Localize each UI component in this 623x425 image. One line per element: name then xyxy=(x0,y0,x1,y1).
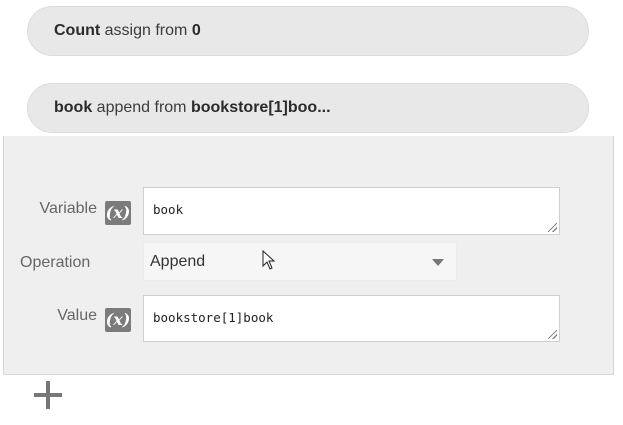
value-field-value: bookstore[1]book xyxy=(153,310,274,325)
value-field[interactable]: bookstore[1]book xyxy=(143,295,560,342)
variable-label: Variable xyxy=(39,200,97,217)
statement-variable: Count xyxy=(54,22,101,39)
function-x-icon[interactable]: (x) xyxy=(105,308,131,332)
operation-select[interactable]: Append xyxy=(143,242,457,281)
statement-book-append[interactable]: book append from bookstore[1]boo... xyxy=(27,83,589,133)
variable-field-value: book xyxy=(153,202,184,217)
mouse-pointer-icon xyxy=(262,250,276,270)
plus-icon[interactable] xyxy=(34,381,62,409)
operation-label: Operation xyxy=(20,254,91,271)
statement-count-assign[interactable]: Count assign from 0 xyxy=(27,6,589,56)
statement-verb: assign from xyxy=(104,22,188,39)
variable-field[interactable]: book xyxy=(143,187,560,235)
statement-source: 0 xyxy=(191,22,201,39)
resize-handle-icon[interactable] xyxy=(548,330,557,339)
statement-verb: append from xyxy=(96,99,187,116)
chevron-down-icon xyxy=(432,259,444,266)
function-x-icon[interactable]: (x) xyxy=(105,201,131,225)
operation-select-value: Append xyxy=(150,253,206,270)
resize-handle-icon[interactable] xyxy=(548,223,557,232)
value-label: Value xyxy=(57,307,97,324)
statement-source: bookstore[1]boo... xyxy=(190,99,331,116)
statement-variable: book xyxy=(54,99,93,116)
